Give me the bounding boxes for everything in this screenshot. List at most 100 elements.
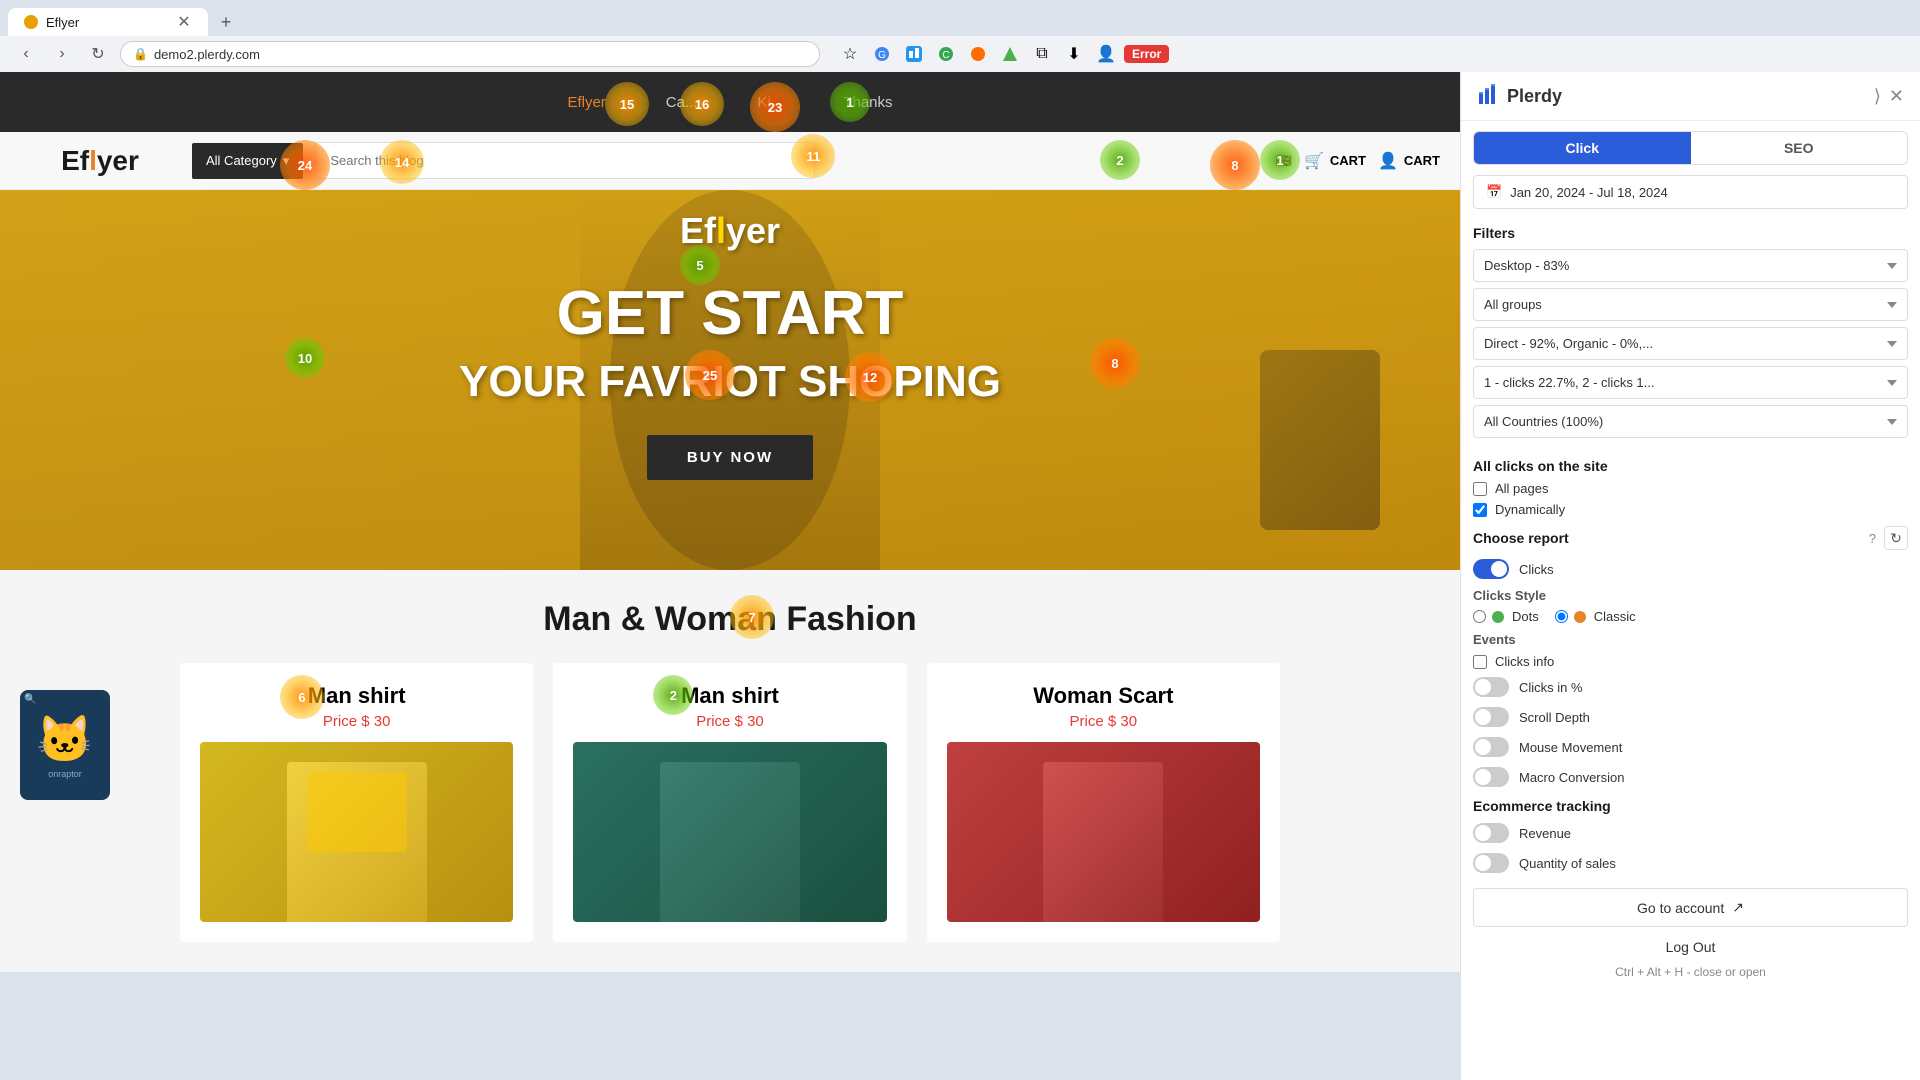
all-pages-checkbox[interactable] bbox=[1473, 482, 1487, 496]
tab-close-button[interactable]: ✕ bbox=[176, 14, 192, 30]
language-selector[interactable]: 🇬🇧 8 1 bbox=[1276, 153, 1292, 169]
site-nav: Eflyer Ca... Ki... Thanks 15 16 23 1 bbox=[0, 72, 1460, 132]
choose-report-row: Choose report ? ↻ bbox=[1461, 520, 1920, 554]
heatmap-dot-1-lang: 1 bbox=[1260, 140, 1300, 180]
main-area: Eflyer Ca... Ki... Thanks 15 16 23 1 24 … bbox=[0, 72, 1920, 1080]
refresh-button[interactable]: ↻ bbox=[1884, 526, 1908, 550]
dots-label: Dots bbox=[1512, 609, 1539, 624]
refresh-button[interactable]: ↻ bbox=[84, 40, 112, 68]
clicks-toggle-label: Clicks bbox=[1519, 562, 1554, 577]
revenue-toggle[interactable] bbox=[1473, 823, 1509, 843]
heatmap-dot-14: 14 bbox=[380, 140, 424, 184]
radio-dots[interactable] bbox=[1473, 610, 1486, 623]
quantity-sales-knob bbox=[1475, 855, 1491, 871]
address-bar[interactable]: 🔒 demo2.plerdy.com bbox=[120, 41, 820, 67]
clicks-info-checkbox[interactable] bbox=[1473, 655, 1487, 669]
heatmap-dot-15: 15 bbox=[605, 82, 649, 126]
filter-groups[interactable]: All groups bbox=[1473, 288, 1908, 321]
filter-device[interactable]: Desktop - 83% bbox=[1473, 249, 1908, 282]
date-range-text: Jan 20, 2024 - Jul 18, 2024 bbox=[1510, 185, 1668, 200]
download-icon[interactable]: ⬇ bbox=[1060, 40, 1088, 68]
radio-classic[interactable] bbox=[1555, 610, 1568, 623]
choose-report-label: Choose report bbox=[1473, 530, 1861, 546]
security-icon: 🔒 bbox=[133, 47, 148, 61]
mouse-movement-toggle[interactable] bbox=[1473, 737, 1509, 757]
revenue-label: Revenue bbox=[1519, 826, 1571, 841]
product-name-3: Woman Scart bbox=[947, 683, 1260, 709]
log-out-button[interactable]: Log Out bbox=[1461, 933, 1920, 961]
radio-option-classic[interactable]: Classic bbox=[1555, 609, 1636, 624]
clicks-percent-toggle[interactable] bbox=[1473, 677, 1509, 697]
heatmap-dot-7: 7 bbox=[730, 595, 774, 639]
extension-icon-5[interactable] bbox=[996, 40, 1024, 68]
heatmap-dot-10: 10 bbox=[285, 338, 325, 378]
calendar-icon: 📅 bbox=[1486, 184, 1502, 200]
dynamically-checkbox[interactable] bbox=[1473, 503, 1487, 517]
clicks-toggle[interactable] bbox=[1473, 559, 1509, 579]
product-price-2: Price $ 30 bbox=[573, 713, 886, 730]
clicks-info-label[interactable]: Clicks info bbox=[1495, 654, 1554, 669]
choose-report-info-icon[interactable]: ? bbox=[1869, 531, 1876, 546]
product-name-1: Man shirt bbox=[200, 683, 513, 709]
error-badge: Error bbox=[1124, 45, 1169, 63]
revenue-knob bbox=[1475, 825, 1491, 841]
expand-icon[interactable]: ⟩ bbox=[1874, 86, 1881, 107]
events-label: Events bbox=[1461, 628, 1920, 651]
cat-widget[interactable]: 🔍 🐱 onraptor bbox=[20, 690, 110, 800]
scroll-depth-row: Scroll Depth bbox=[1461, 702, 1920, 732]
quantity-sales-row: Quantity of sales bbox=[1461, 848, 1920, 878]
clicks-style-radio-row: Dots Classic bbox=[1473, 609, 1908, 624]
scroll-depth-toggle[interactable] bbox=[1473, 707, 1509, 727]
filters-label: Filters bbox=[1473, 225, 1908, 241]
all-pages-label[interactable]: All pages bbox=[1495, 481, 1548, 496]
new-tab-button[interactable]: + bbox=[212, 8, 240, 36]
extension-icon-1[interactable]: G bbox=[868, 40, 896, 68]
extension-icon-2[interactable] bbox=[900, 40, 928, 68]
extension-icon-4[interactable] bbox=[964, 40, 992, 68]
products-grid: 6 Man shirt Price $ 30 2 Man shirt Price… bbox=[180, 663, 1280, 942]
tab-click[interactable]: Click bbox=[1474, 132, 1691, 164]
cart-label-2: CART bbox=[1404, 153, 1440, 168]
radio-option-dots[interactable]: Dots bbox=[1473, 609, 1539, 624]
extension-icon-3[interactable]: C bbox=[932, 40, 960, 68]
dynamically-label[interactable]: Dynamically bbox=[1495, 502, 1565, 517]
clicks-percent-label: Clicks in % bbox=[1519, 680, 1583, 695]
magnifier-icon: 🔍 bbox=[24, 694, 36, 705]
clicks-toggle-row: Clicks bbox=[1461, 554, 1920, 584]
filter-countries[interactable]: All Countries (100%) bbox=[1473, 405, 1908, 438]
filter-clicks-distribution[interactable]: 1 - clicks 22.7%, 2 - clicks 1... bbox=[1473, 366, 1908, 399]
cart-button-2[interactable]: 👤 CART bbox=[1378, 151, 1440, 171]
tab-seo[interactable]: SEO bbox=[1691, 132, 1908, 164]
heatmap-dot-12: 12 bbox=[845, 352, 895, 402]
filter-traffic[interactable]: Direct - 92%, Organic - 0%,... bbox=[1473, 327, 1908, 360]
macro-conversion-toggle[interactable] bbox=[1473, 767, 1509, 787]
tab-title: Eflyer bbox=[46, 15, 168, 30]
heatmap-dot-1-nav: 1 bbox=[830, 82, 870, 122]
heatmap-dot-16: 16 bbox=[680, 82, 724, 126]
nav-item-eflyer[interactable]: Eflyer bbox=[567, 94, 605, 111]
heatmap-dot-23: 23 bbox=[750, 82, 800, 132]
browser-tab-active[interactable]: Eflyer ✕ bbox=[8, 8, 208, 36]
filters-section: Filters Desktop - 83% All groups Direct … bbox=[1461, 217, 1920, 452]
clicks-percent-knob bbox=[1475, 679, 1491, 695]
keyboard-hint: Ctrl + Alt + H - close or open bbox=[1461, 961, 1920, 983]
hero-title-line1: GET START bbox=[459, 280, 1001, 348]
quantity-sales-toggle[interactable] bbox=[1473, 853, 1509, 873]
mouse-movement-label: Mouse Movement bbox=[1519, 740, 1622, 755]
close-panel-icon[interactable]: ✕ bbox=[1889, 86, 1904, 107]
back-button[interactable]: ‹ bbox=[12, 40, 40, 68]
extensions-button[interactable]: ⧉ bbox=[1028, 40, 1056, 68]
browser-tabs: Eflyer ✕ + bbox=[0, 0, 1920, 36]
profile-icon[interactable]: 👤 bbox=[1092, 40, 1120, 68]
dots-preview-icon bbox=[1492, 611, 1504, 623]
date-picker[interactable]: 📅 Jan 20, 2024 - Jul 18, 2024 bbox=[1473, 175, 1908, 209]
product-card-3: Woman Scart Price $ 30 bbox=[927, 663, 1280, 942]
go-to-account-button[interactable]: Go to account ↗ bbox=[1473, 888, 1908, 927]
cat-emoji: 🐱 bbox=[36, 712, 93, 767]
macro-conversion-label: Macro Conversion bbox=[1519, 770, 1625, 785]
forward-button[interactable]: › bbox=[48, 40, 76, 68]
plerdy-panel: Plerdy ⟩ ✕ Click SEO 📅 Jan 20, 2024 - Ju… bbox=[1460, 72, 1920, 1080]
bookmark-icon[interactable]: ☆ bbox=[836, 40, 864, 68]
cart-button-1[interactable]: 🛒 CART bbox=[1304, 151, 1366, 171]
buy-now-button[interactable]: BUY NOW bbox=[647, 435, 813, 480]
